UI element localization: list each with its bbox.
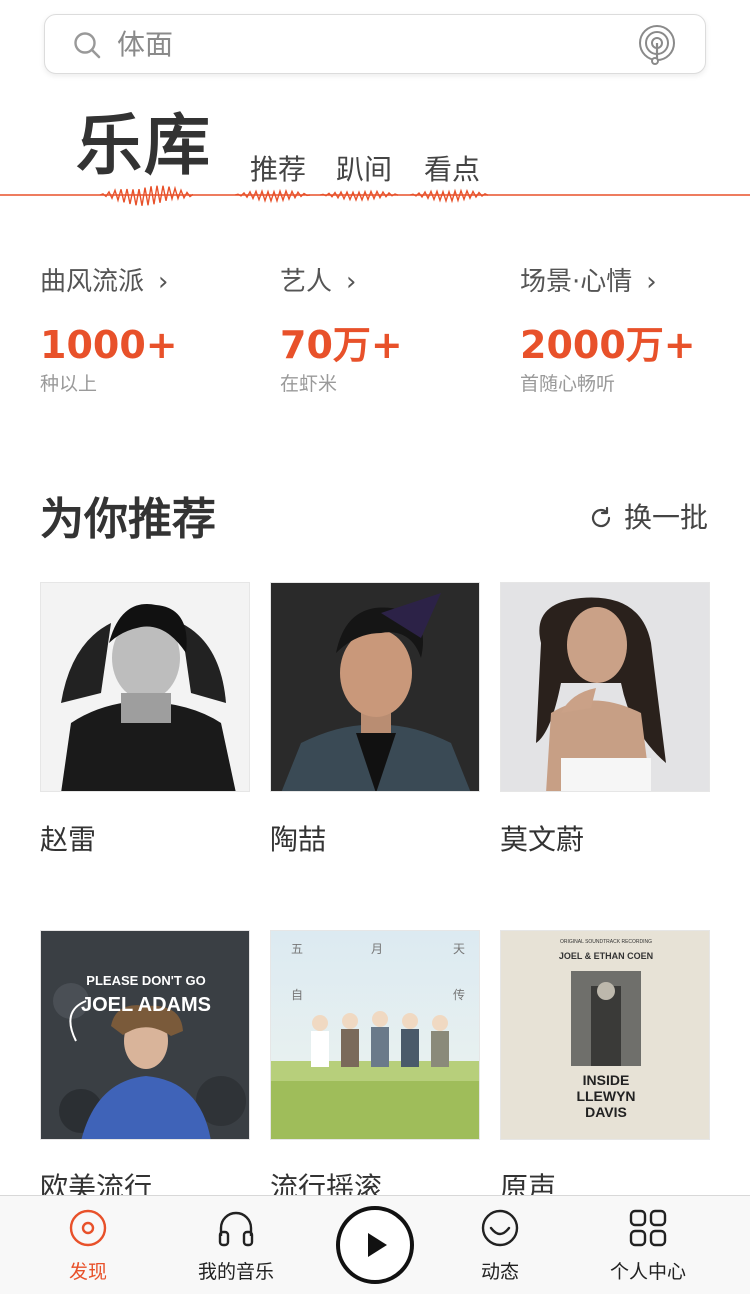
search-input[interactable]: 体面 bbox=[117, 27, 173, 63]
artist-name: 陶喆 bbox=[270, 823, 327, 856]
artist-card[interactable]: 陶喆 bbox=[270, 582, 480, 860]
cover-text: 天 bbox=[453, 942, 465, 956]
cover-text: 自 bbox=[291, 988, 303, 1002]
section-title: 为你推荐 bbox=[40, 494, 216, 545]
cover-text: JOEL & ETHAN COEN bbox=[559, 951, 653, 961]
cover-text: PLEASE DON'T GO bbox=[86, 973, 205, 988]
cover-text: 月 bbox=[371, 942, 383, 956]
artist-photo bbox=[40, 582, 250, 792]
grid-icon bbox=[629, 1209, 667, 1247]
stat-label: 场景·心情 bbox=[520, 267, 633, 297]
waveform-underline bbox=[0, 185, 750, 206]
bottom-tab-bar: 发现 我的音乐 动态 个人中心 bbox=[0, 1195, 750, 1294]
cover-text: DAVIS bbox=[585, 1104, 627, 1120]
album-cover: 五 月 天 自 传 bbox=[270, 930, 480, 1140]
tab-label: 动态 bbox=[480, 1261, 519, 1283]
stat-genres[interactable]: 曲风流派 › 1000+ 种以上 bbox=[40, 262, 260, 398]
stat-value: 2000万+ bbox=[520, 323, 696, 367]
smile-icon bbox=[481, 1209, 519, 1247]
tab-my-music[interactable]: 我的音乐 bbox=[176, 1196, 296, 1294]
search-icon bbox=[74, 32, 101, 59]
play-icon bbox=[368, 1233, 387, 1257]
chevron-right-icon: › bbox=[346, 267, 357, 297]
tab-discover[interactable]: 发现 bbox=[28, 1196, 148, 1294]
album-cover: ORIGINAL SOUNDTRACK RECORDING JOEL & ETH… bbox=[500, 930, 710, 1140]
cover-text: LLEWYN bbox=[576, 1088, 635, 1104]
stat-label: 曲风流派 bbox=[40, 267, 145, 297]
stat-value: 70万+ bbox=[280, 323, 403, 367]
stat-scenes[interactable]: 场景·心情 › 2000万+ 首随心畅听 bbox=[520, 262, 740, 398]
chevron-right-icon: › bbox=[646, 267, 657, 297]
library-header: 乐库 推荐 趴间 看点 bbox=[0, 100, 750, 210]
artist-name: 赵雷 bbox=[40, 823, 97, 856]
tab-label: 发现 bbox=[68, 1261, 107, 1283]
artist-name: 莫文蔚 bbox=[500, 823, 585, 856]
stat-sub: 首随心畅听 bbox=[520, 373, 616, 395]
cover-text: ORIGINAL SOUNDTRACK RECORDING bbox=[560, 939, 652, 945]
tab-profile[interactable]: 个人中心 bbox=[588, 1196, 708, 1294]
stat-value: 1000+ bbox=[40, 323, 178, 367]
page-title: 乐库 bbox=[76, 107, 212, 184]
album-cover: PLEASE DON'T GO JOEL ADAMS bbox=[40, 930, 250, 1140]
stat-sub: 在虾米 bbox=[280, 373, 338, 395]
tab-label: 我的音乐 bbox=[197, 1261, 274, 1283]
refresh-icon bbox=[591, 506, 611, 528]
chevron-right-icon: › bbox=[158, 267, 169, 297]
tab-label: 个人中心 bbox=[609, 1261, 686, 1283]
artist-photo bbox=[270, 582, 480, 792]
disc-icon bbox=[69, 1209, 107, 1247]
artist-card[interactable]: 莫文蔚 bbox=[500, 582, 710, 860]
voice-recognize-icon[interactable] bbox=[635, 23, 679, 67]
headphones-icon bbox=[218, 1211, 254, 1247]
artist-photo bbox=[500, 582, 710, 792]
cover-text: 五 bbox=[291, 942, 303, 956]
cover-text: 传 bbox=[453, 987, 465, 1002]
refresh-label: 换一批 bbox=[624, 501, 709, 534]
stat-artists[interactable]: 艺人 › 70万+ 在虾米 bbox=[280, 262, 500, 398]
playlist-card[interactable]: ORIGINAL SOUNDTRACK RECORDING JOEL & ETH… bbox=[500, 930, 710, 1208]
stat-label: 艺人 bbox=[280, 267, 333, 297]
search-bar[interactable]: 体面 bbox=[44, 14, 706, 74]
playlist-card[interactable]: 五 月 天 自 传 流行摇滚 bbox=[270, 930, 480, 1208]
tab-feed[interactable]: 动态 bbox=[440, 1196, 560, 1294]
stat-sub: 种以上 bbox=[40, 373, 98, 395]
artist-card[interactable]: 赵雷 bbox=[40, 582, 250, 860]
playlist-card[interactable]: PLEASE DON'T GO JOEL ADAMS 欧美流行 bbox=[40, 930, 250, 1208]
refresh-button[interactable]: 换一批 bbox=[588, 498, 708, 538]
cover-text: JOEL ADAMS bbox=[81, 994, 211, 1016]
cover-text: INSIDE bbox=[583, 1072, 630, 1088]
play-button[interactable] bbox=[336, 1206, 414, 1284]
